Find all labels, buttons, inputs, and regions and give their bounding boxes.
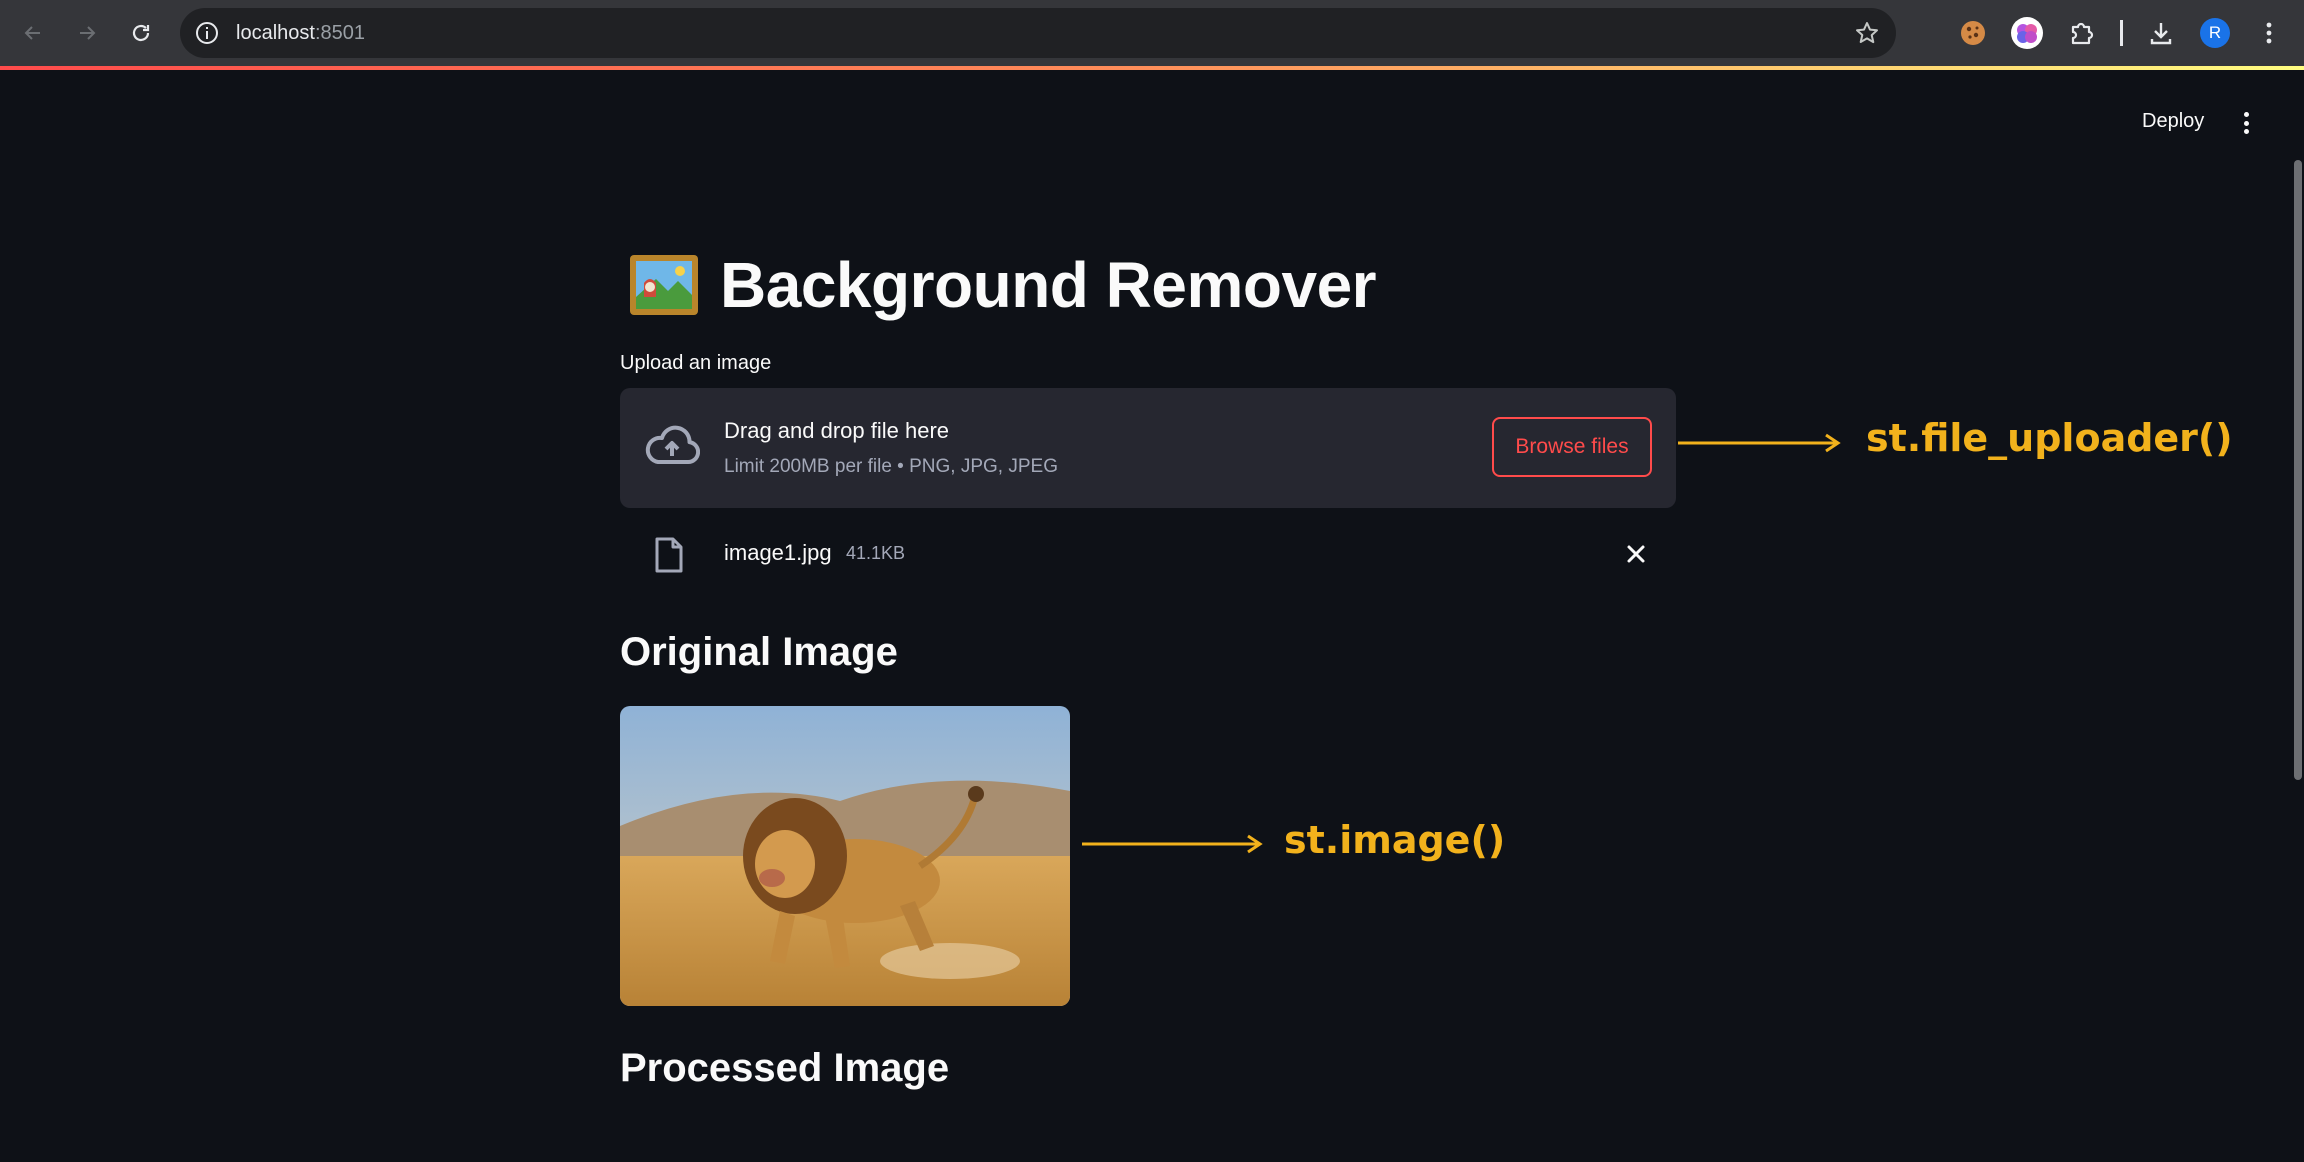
annotation-image: st.image() [1284, 818, 1506, 862]
processed-image-heading: Processed Image [620, 1046, 950, 1090]
cookie-extension-icon[interactable] [1956, 16, 1990, 50]
uploaded-file-name: image1.jpg [724, 540, 832, 565]
brain-extension-icon[interactable] [2010, 16, 2044, 50]
download-icon[interactable] [2144, 16, 2178, 50]
info-icon[interactable] [194, 20, 220, 46]
toolbar-divider [2120, 20, 2123, 46]
scrollbar[interactable] [2294, 160, 2302, 780]
framed-picture-emoji [630, 255, 698, 315]
dropzone-limit-text: Limit 200MB per file • PNG, JPG, JPEG [724, 456, 1058, 477]
chrome-menu-icon[interactable] [2252, 16, 2286, 50]
star-icon[interactable] [1854, 20, 1880, 46]
page-title-row: Background Remover [628, 249, 1377, 321]
annotation-arrow-image [1082, 834, 1263, 854]
url-text[interactable]: localhost:8501 [236, 20, 365, 46]
original-image-heading: Original Image [620, 630, 898, 674]
address-bar[interactable]: localhost:8501 [180, 8, 1896, 58]
url-host: localhost [236, 22, 315, 44]
reload-icon[interactable] [122, 14, 160, 52]
profile-avatar[interactable]: R [2198, 16, 2232, 50]
back-icon[interactable] [14, 14, 52, 52]
lion-photo [620, 706, 1070, 1006]
original-image [620, 706, 1070, 1006]
uploader-label: Upload an image [620, 352, 772, 374]
browse-files-button[interactable]: Browse files [1492, 417, 1652, 477]
browser-toolbar: localhost:8501 R [0, 0, 2304, 66]
close-icon[interactable] [1622, 540, 1650, 568]
annotation-arrow-uploader [1678, 433, 1841, 453]
forward-icon[interactable] [68, 14, 106, 52]
dropzone-instructions: Drag and drop file here [724, 418, 950, 443]
deploy-button[interactable]: Deploy [2142, 110, 2204, 133]
profile-initial: R [2200, 18, 2230, 48]
annotation-file-uploader: st.file_uploader() [1866, 416, 2233, 460]
uploaded-file-size: 41.1KB [846, 543, 906, 563]
uploaded-file-row: image1.jpg 41.1KB [620, 528, 1676, 580]
file-dropzone[interactable]: Drag and drop file here Limit 200MB per … [620, 388, 1676, 508]
streamlit-decoration-bar [0, 66, 2304, 70]
puzzle-extensions-icon[interactable] [2064, 16, 2098, 50]
file-icon [655, 537, 683, 573]
cloud-upload-icon [645, 425, 700, 465]
url-port: :8501 [314, 22, 365, 44]
page-title: Background Remover [720, 249, 1377, 321]
kebab-menu-icon[interactable] [2236, 108, 2256, 138]
